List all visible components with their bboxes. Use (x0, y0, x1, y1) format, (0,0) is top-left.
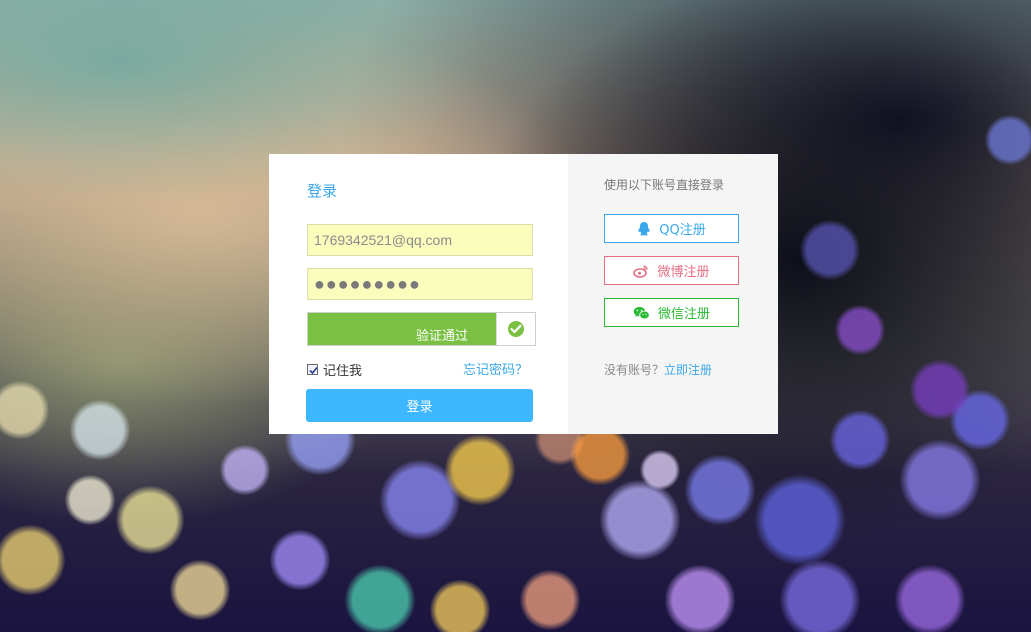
remember-checkbox[interactable] (307, 364, 318, 375)
bokeh-light (570, 425, 630, 485)
bokeh-light (830, 410, 890, 470)
slider-verify[interactable]: 验证通过 (307, 312, 536, 346)
login-button[interactable]: 登录 (306, 389, 533, 422)
register-prompt-text: 没有账号？ (604, 363, 665, 377)
verify-handle[interactable] (496, 313, 535, 345)
weibo-icon (633, 264, 649, 278)
qq-register-button[interactable]: QQ注册 (604, 214, 739, 243)
password-input[interactable] (307, 268, 533, 300)
bokeh-light (895, 565, 965, 632)
bokeh-light (900, 440, 980, 520)
bokeh-light (665, 565, 735, 632)
qq-icon (637, 221, 651, 237)
bokeh-light (345, 565, 415, 632)
bokeh-light (755, 475, 845, 565)
wechat-icon (633, 306, 650, 320)
bokeh-light (445, 435, 515, 505)
bokeh-light (600, 480, 680, 560)
bokeh-light (0, 525, 65, 595)
bokeh-light (220, 445, 270, 495)
bokeh-light (70, 400, 130, 460)
qq-register-label: QQ注册 (659, 223, 706, 238)
bokeh-light (170, 560, 230, 620)
bokeh-light (910, 360, 970, 420)
check-icon (508, 321, 524, 337)
email-input[interactable] (307, 224, 533, 256)
verify-status-text: 验证通过 (415, 329, 468, 344)
bokeh-light (800, 220, 860, 280)
register-prompt: 没有账号？立即注册 (604, 361, 712, 378)
login-panel: 登录 验证通过 记住我 忘记密码？ 登录 使用以下账号直接登录 (269, 154, 778, 434)
wechat-register-button[interactable]: 微信注册 (604, 298, 739, 327)
social-login: 使用以下账号直接登录 QQ注册 微博注册 微信注册 没有账号？立即注册 (568, 154, 778, 434)
weibo-register-label: 微博注册 (657, 265, 710, 280)
remember-me[interactable]: 记住我 (307, 360, 362, 379)
login-form: 登录 验证通过 记住我 忘记密码？ 登录 (269, 154, 568, 434)
bokeh-light (685, 455, 755, 525)
weibo-register-button[interactable]: 微博注册 (604, 256, 739, 285)
wechat-register-label: 微信注册 (657, 307, 710, 322)
bokeh-light (640, 450, 680, 490)
bokeh-light (65, 475, 115, 525)
remember-label: 记住我 (323, 364, 363, 379)
bokeh-light (520, 570, 580, 630)
forgot-password-link[interactable]: 忘记密码？ (463, 359, 528, 378)
bokeh-light (780, 560, 860, 632)
login-title: 登录 (307, 182, 338, 200)
bokeh-light (0, 381, 49, 439)
bokeh-light (270, 530, 330, 590)
bokeh-light (116, 486, 184, 554)
bokeh-light (430, 580, 490, 632)
social-login-title: 使用以下账号直接登录 (604, 178, 725, 192)
register-link[interactable]: 立即注册 (664, 363, 712, 377)
bokeh-light (835, 305, 885, 355)
bokeh-light (985, 115, 1031, 165)
